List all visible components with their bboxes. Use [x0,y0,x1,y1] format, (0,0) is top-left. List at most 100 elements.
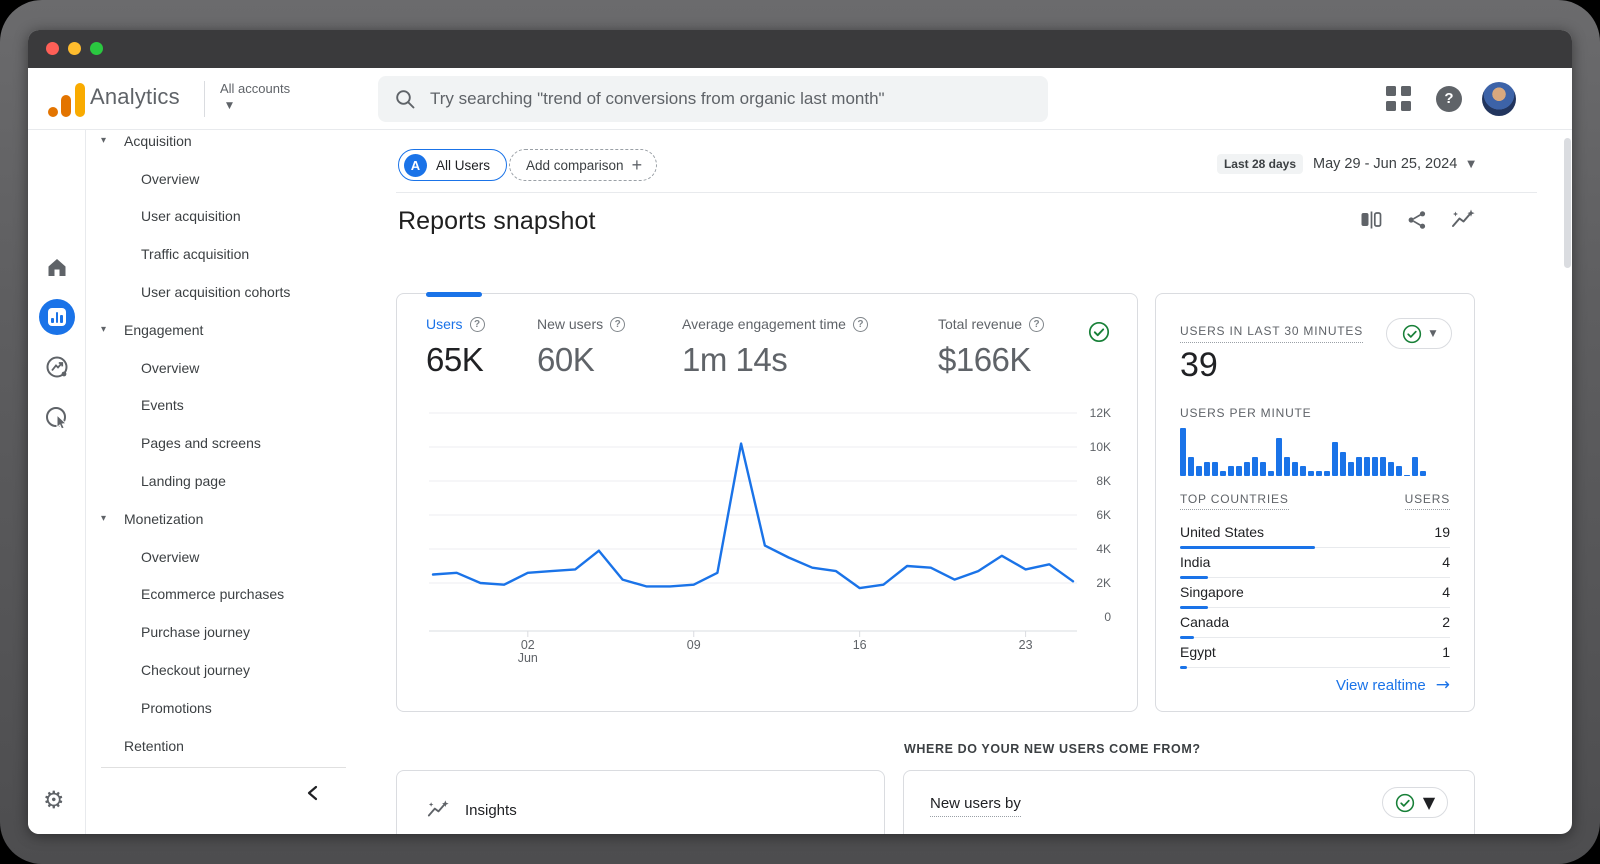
sidebar-item-engagement[interactable]: ▾ Engagement [87,311,376,349]
per-minute-bar [1332,442,1338,476]
sidebar-item-landing-page[interactable]: Landing page [87,462,376,500]
header-divider [204,81,205,117]
all-users-segment-chip[interactable]: A All Users [398,149,508,181]
per-minute-bar [1268,471,1274,476]
help-icon[interactable]: ? [1436,86,1462,112]
fullscreen-window-button[interactable] [90,42,103,55]
sidebar-item-traffic-acquisition[interactable]: Traffic acquisition [87,235,376,273]
help-icon[interactable]: ? [852,316,868,332]
per-minute-bar [1348,461,1354,476]
sidebar-item-pages-and-screens[interactable]: Pages and screens [87,424,376,462]
vertical-scrollbar[interactable] [1564,138,1571,268]
reports-bar-chart-icon [48,308,66,326]
data-quality-check-icon[interactable] [1088,321,1110,348]
sidebar-item-label: Checkout journey [141,662,250,679]
country-name: Egypt [1180,644,1216,660]
sidebar-item-retention[interactable]: Retention [87,727,376,765]
minimize-window-button[interactable] [68,42,81,55]
insights-trend-icon [1452,209,1475,227]
metric-value: 65K [426,341,484,378]
compare-reports-button[interactable] [1359,208,1383,232]
add-comparison-button[interactable]: Add comparison + [509,149,658,181]
svg-text:16: 16 [853,638,867,652]
sidebar-item-ecommerce-purchases[interactable]: Ecommerce purchases [87,576,376,614]
new-users-by-card: New users by ▼ [903,770,1475,834]
search-input[interactable] [430,89,1048,109]
screen: Analytics All accounts ▼ ? [0,0,1600,864]
google-apps-grid-icon[interactable] [1386,86,1412,112]
sidebar-item-purchase-journey[interactable]: Purchase journey [87,613,376,651]
metric-value: 1m 14s [682,341,788,378]
check-circle-icon [1402,324,1421,343]
account-switcher-label: All accounts [220,81,291,96]
country-bar-fill [1180,636,1195,639]
top-countries-column-header: TOP COUNTRIES [1180,492,1289,510]
per-minute-bar [1316,471,1322,476]
share-report-button[interactable] [1405,208,1429,232]
report-actions [1359,208,1475,232]
report-nav-list: ▾ Acquisition Overview User acquisition Traf… [87,122,376,765]
close-window-button[interactable] [46,42,59,55]
sidebar-explore-button[interactable] [39,349,75,385]
collapse-nav-button[interactable] [302,782,324,804]
svg-text:09: 09 [687,638,701,652]
chevron-left-icon [307,785,318,801]
per-minute-bar [1356,456,1362,476]
view-realtime-link[interactable]: View realtime → [1336,675,1450,695]
sidebar-item-overview[interactable]: Overview [87,538,376,576]
sidebar-item-events[interactable]: Events [87,387,376,425]
avatar[interactable] [1482,82,1516,116]
y-axis-tick-label: 10K [1089,440,1111,454]
sidebar-item-overview[interactable]: Overview [87,349,376,387]
metric-value: 60K [537,341,595,378]
help-icon[interactable]: ? [610,316,626,332]
sidebar-item-label: Purchase journey [141,624,250,641]
help-icon[interactable]: ? [469,316,485,332]
sidebar-item-promotions[interactable]: Promotions [87,689,376,727]
sidebar-item-checkout-journey[interactable]: Checkout journey [87,651,376,689]
nav-footer-divider [101,767,346,768]
settings-gear-icon[interactable]: ⚙ [43,788,65,812]
sidebar-item-monetization[interactable]: ▾ Monetization [87,500,376,538]
compare-icon [1361,211,1382,229]
page-title: Reports snapshot [398,207,596,235]
per-minute-bar [1372,456,1378,476]
insights-entry[interactable]: Insights [427,799,517,821]
users-overview-card: Users? 65K New users? 60K Average engagement… [396,292,1138,712]
metric-tab-average-engagement-time[interactable]: Average engagement time? 1m 14s [682,316,868,379]
users-per-minute-chart [1180,426,1444,476]
help-icon[interactable]: ? [1029,316,1045,332]
country-name: Singapore [1180,584,1244,600]
sidebar-item-acquisition[interactable]: ▾ Acquisition [87,122,376,160]
per-minute-bar [1204,461,1210,476]
sidebar-item-user-acquisition-cohorts[interactable]: User acquisition cohorts [87,273,376,311]
per-minute-bar [1420,471,1426,476]
metric-tab-new-users[interactable]: New users? 60K [537,316,626,379]
countries-table: United States 19 India 4 Singapore 4 Canada 2 Eg… [1180,520,1450,670]
country-bar-track [1180,637,1450,638]
sidebar-reports-button[interactable] [39,299,75,335]
countries-table-header: TOP COUNTRIES USERS [1180,492,1450,510]
new-users-options-dropdown[interactable]: ▼ [1382,787,1448,818]
metric-label: Total revenue [938,316,1023,332]
sidebar-item-user-acquisition[interactable]: User acquisition [87,198,376,236]
insights-card: Insights [396,770,885,834]
country-name: United States [1180,524,1265,540]
sidebar-item-overview[interactable]: Overview [87,160,376,198]
app-header: Analytics All accounts ▼ ? [28,68,1572,130]
metric-tab-total-revenue[interactable]: Total revenue? $166K [938,316,1045,379]
sidebar-advertising-button[interactable] [39,400,75,436]
per-minute-bar [1300,466,1306,476]
realtime-options-dropdown[interactable]: ▼ [1386,318,1452,349]
account-switcher[interactable]: All accounts ▼ [220,80,290,111]
country-users-count: 1 [1442,644,1450,660]
y-axis-tick-label: 6K [1096,508,1111,522]
insights-sparkle-icon[interactable] [1451,208,1475,232]
metric-tab-users[interactable]: Users? 65K [426,316,485,379]
sidebar-item-label: User acquisition [141,208,241,225]
selected-metric-indicator [426,292,482,297]
sidebar-home-button[interactable] [39,249,75,285]
date-range-picker[interactable]: Last 28 days May 29 - Jun 25, 2024 ▼ [1216,154,1475,174]
country-bar-track [1180,667,1450,668]
controls-divider [396,192,1537,193]
